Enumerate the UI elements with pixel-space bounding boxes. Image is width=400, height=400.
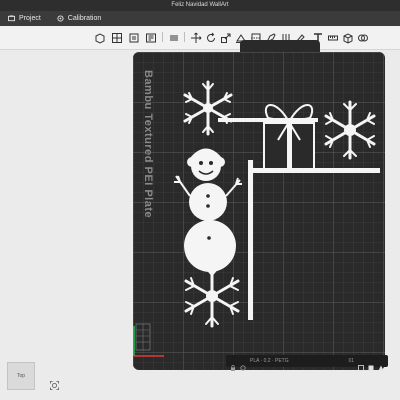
wall-art-model[interactable] [168,78,388,338]
measure-icon[interactable] [327,31,339,43]
plate-status-text: PLA · 0.2 · PETG [250,358,289,364]
scale-icon[interactable] [220,31,232,43]
plate-number: 01 [348,358,354,364]
assembly-icon[interactable] [342,31,354,44]
print-icon[interactable] [358,358,364,371]
calibration-icon [57,15,64,22]
orient-icon[interactable] [128,31,140,43]
arrange-plate-icon[interactable] [378,358,384,371]
rotate-icon[interactable] [205,31,217,43]
list-icon[interactable] [168,31,180,43]
slice-icon[interactable] [368,358,374,371]
grid-icon[interactable] [111,31,123,43]
tab-calibration[interactable]: Calibration [49,11,109,26]
tab-project-label: Project [19,15,41,22]
boolean-icon[interactable] [357,31,369,43]
axis-gizmo [133,323,164,357]
settings-icon[interactable] [240,358,246,371]
project-icon [8,15,15,22]
add-icon[interactable] [94,31,106,44]
view-cube[interactable]: Top [7,362,35,390]
view-cube-label: Top [16,373,26,379]
plate-status-bar: PLA · 0.2 · PETG 01 [226,355,388,371]
zoom-fit-icon[interactable] [50,381,59,390]
move-icon[interactable] [190,31,202,43]
tab-bar: Project Calibration [0,11,400,26]
window-title: Feliz Navidad WallArt [0,0,400,11]
tab-project[interactable]: Project [0,11,49,26]
main-toolbar [0,26,400,50]
arrange-icon[interactable] [145,31,157,43]
tab-calibration-label: Calibration [67,15,102,22]
lock-icon[interactable] [230,358,236,371]
plate-label: Bambu Textured PEI Plate [142,70,154,219]
